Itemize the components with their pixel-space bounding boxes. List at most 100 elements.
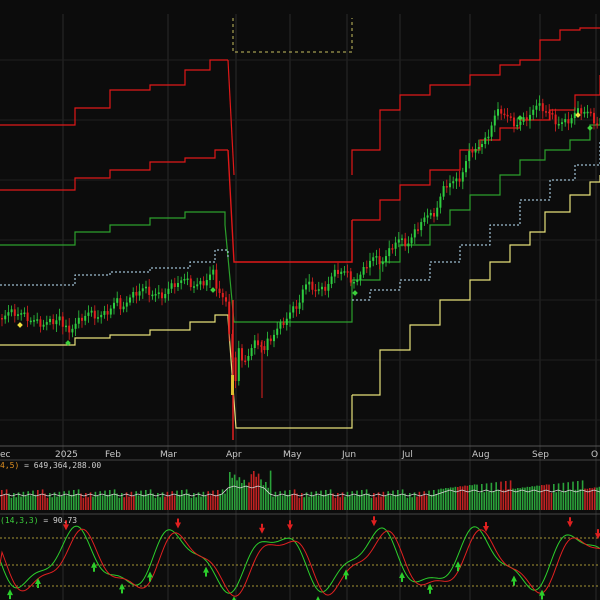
volume-bar (541, 485, 543, 510)
stoch-arrow-stem (205, 572, 207, 577)
volume-bar (313, 496, 315, 510)
volume-bar (569, 490, 572, 510)
candle-body (391, 248, 394, 250)
volume-bar (53, 492, 56, 510)
volume-bar (10, 497, 13, 510)
stoch-arrow-stem (513, 581, 515, 586)
volume-bar (435, 494, 437, 510)
candle-body (308, 281, 311, 285)
volume-bar (317, 495, 320, 510)
volume-bar (15, 497, 17, 510)
candle-body (333, 269, 336, 277)
volume-bar (130, 491, 133, 510)
volume-bar (325, 490, 327, 510)
candle-body (535, 105, 538, 110)
candle-body (465, 161, 467, 173)
volume-bar (361, 490, 363, 510)
candle-body (445, 186, 448, 188)
volume-bar (560, 491, 562, 510)
volume-bar (219, 494, 221, 510)
volume-bar (471, 485, 473, 510)
candle-body (141, 288, 144, 292)
candle-body (317, 289, 320, 291)
candle-body (519, 121, 522, 125)
candle-body (145, 286, 147, 289)
price-chart[interactable]: ec 2025 Feb Mar Apr May Jun Jul Aug Sep O (0, 0, 600, 600)
volume-bar (481, 484, 483, 510)
candle-body (298, 302, 301, 309)
candle-body (247, 355, 250, 361)
x-axis-label: Aug (472, 450, 490, 460)
candle-body (10, 309, 13, 313)
volume-bar (260, 479, 262, 510)
stoch-arrow-stem (345, 575, 347, 580)
candle-body (189, 278, 192, 288)
stoch-arrow-stem (485, 522, 487, 527)
volume-bar (344, 496, 346, 510)
volume-bar (212, 490, 214, 510)
candle-body (23, 312, 26, 315)
volume-bar (495, 482, 497, 510)
candle-body (100, 314, 103, 318)
volume-bar (17, 492, 20, 510)
candle-body (58, 316, 61, 321)
candle-body (362, 266, 365, 275)
candle-body (461, 172, 464, 182)
volume-bar (284, 490, 286, 510)
candle-body (509, 116, 512, 118)
candle-body (7, 312, 10, 316)
volume-bar (555, 492, 557, 510)
candle-body (561, 122, 563, 124)
candle-body (551, 113, 554, 115)
candle-body (327, 283, 330, 291)
stoch-arrow-stem (401, 577, 403, 582)
volume-bar (358, 494, 361, 510)
stoch-arrow-stem (9, 595, 11, 600)
volume-bar (320, 490, 322, 510)
volume-bar (164, 496, 166, 510)
volume-bar (205, 496, 207, 510)
volume-bar (128, 496, 130, 510)
candle-body (529, 114, 531, 121)
candle-body (573, 112, 576, 119)
candle-body (237, 348, 240, 381)
volume-bar (32, 490, 34, 510)
stoch-arrow-stem (121, 589, 123, 594)
candle-body (369, 260, 371, 268)
volume-bar (133, 496, 135, 510)
candle-body (295, 306, 298, 309)
volume-bar (137, 495, 140, 510)
volume-bar (476, 484, 478, 510)
volume-bar (356, 490, 358, 510)
candle-body (426, 215, 429, 218)
volume-bar (195, 497, 197, 510)
candle-body (266, 338, 269, 351)
volume-bar (401, 489, 404, 510)
candle-body (26, 312, 29, 321)
volume-bar (581, 480, 584, 510)
candle-body (596, 123, 599, 126)
volume-bar (224, 493, 226, 510)
volume-bar (394, 494, 397, 510)
volume-bar (87, 497, 89, 510)
candle-body (269, 338, 272, 342)
volume-bar (421, 496, 423, 510)
candle-body (378, 256, 381, 265)
volume-bar (169, 496, 171, 510)
candle-body (113, 302, 115, 309)
volume-bar (466, 485, 469, 510)
candle-body (593, 112, 595, 124)
candle-body (516, 124, 519, 127)
candle-body (29, 320, 32, 323)
candle-body (45, 322, 48, 325)
volume-bar (238, 477, 241, 510)
candle-body (503, 113, 506, 116)
candle-body (372, 257, 375, 261)
volume-bar (92, 496, 94, 510)
x-axis-label: Feb (105, 450, 121, 460)
candle-body (279, 322, 282, 329)
candle-body (493, 115, 496, 126)
volume-bar (536, 485, 538, 510)
candle-body (381, 261, 384, 265)
volume-bar (226, 489, 229, 510)
